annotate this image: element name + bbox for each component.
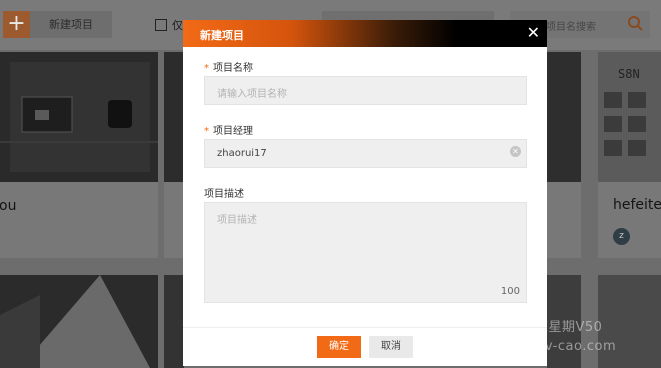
project-card-info <box>0 182 158 258</box>
project-card-info <box>164 182 184 258</box>
project-name-label: * 项目名称 <box>204 59 253 74</box>
project-manager-label: * 项目经理 <box>204 122 253 137</box>
project-card[interactable] <box>164 52 184 258</box>
project-card[interactable] <box>547 52 581 258</box>
project-card[interactable]: S8N hefeite z <box>598 52 661 258</box>
project-card-info <box>598 182 661 258</box>
project-name-label-text: 项目名称 <box>213 63 253 74</box>
project-thumbnail <box>0 275 158 368</box>
cancel-button[interactable]: 取消 <box>369 336 413 358</box>
clear-icon[interactable]: ✕ <box>510 146 521 157</box>
project-card-title: ou <box>0 198 17 214</box>
project-name-input[interactable]: 请输入项目名称 <box>204 76 527 105</box>
search-icon[interactable] <box>627 15 644 35</box>
svg-text:S8N: S8N <box>618 67 640 81</box>
new-project-button[interactable]: 新建项目 <box>30 11 112 38</box>
project-thumbnail <box>164 275 184 368</box>
project-card[interactable]: ou <box>0 52 158 258</box>
avatar: z <box>613 228 630 245</box>
project-manager-value: zhaorui17 <box>217 148 267 159</box>
only-mine-checkbox[interactable] <box>155 19 167 31</box>
project-card[interactable] <box>0 275 158 368</box>
only-mine-label: 仅 <box>172 19 183 32</box>
project-thumbnail <box>0 52 158 182</box>
new-project-dialog: 新建项目 ✕ * 项目名称 请输入项目名称 * 项目经理 zhaorui17 ✕ 项… <box>183 20 547 366</box>
dialog-footer-divider <box>183 327 547 328</box>
project-manager-select[interactable]: zhaorui17 ✕ <box>204 139 527 168</box>
add-project-icon-button[interactable]: + <box>3 11 30 38</box>
project-manager-label-text: 项目经理 <box>213 126 253 137</box>
project-thumbnail: S8N <box>598 52 661 182</box>
project-name-placeholder: 请输入项目名称 <box>217 89 287 100</box>
project-card-info <box>547 182 581 258</box>
confirm-button[interactable]: 确定 <box>317 336 361 358</box>
required-mark: * <box>204 126 209 137</box>
project-card-title: hefeite <box>613 197 661 213</box>
close-icon[interactable]: ✕ <box>527 24 540 42</box>
project-description-textarea[interactable]: 项目描述 100 <box>204 202 527 303</box>
project-thumbnail <box>164 52 184 182</box>
character-counter: 100 <box>500 286 520 297</box>
search-placeholder: 项目名搜索 <box>546 22 596 33</box>
dialog-header: 新建项目 ✕ <box>183 20 547 47</box>
project-description-label: 项目描述 <box>204 185 244 200</box>
required-mark: * <box>204 63 209 74</box>
project-card[interactable] <box>164 275 184 368</box>
dialog-title: 新建项目 <box>200 29 244 42</box>
project-description-label-text: 项目描述 <box>204 189 244 200</box>
project-thumbnail <box>547 52 581 182</box>
project-description-placeholder: 项目描述 <box>217 215 257 226</box>
